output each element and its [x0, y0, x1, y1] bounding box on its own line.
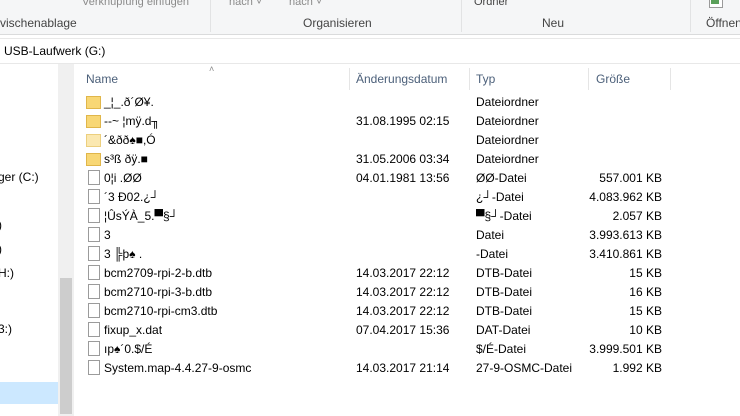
ribbon-divider [210, 0, 211, 32]
file-row[interactable]: bcm2710-rpi-cm3.dtb 14.03.2017 22:12 DTB-D… [84, 301, 740, 320]
file-type: Dateiordner [476, 95, 539, 109]
column-divider[interactable] [588, 68, 589, 90]
file-size: 1.992 KB [612, 361, 662, 375]
file-row[interactable]: ıp♠´0.$/É $/É-Datei 3.999.501 KB [84, 339, 740, 358]
address-bar[interactable]: USB-Laufwerk (G:) [0, 38, 740, 64]
file-row[interactable]: 0¦i .ØØ 04.01.1981 13:56 ØØ-Datei 557.001 K… [84, 168, 740, 187]
address-path: USB-Laufwerk (G:) [4, 44, 106, 58]
open-group-label: Öffnen [706, 16, 740, 30]
file-size: 16 KB [629, 285, 662, 299]
file-row[interactable]: _¦_.ð´Ø¥. Dateiordner [84, 92, 740, 111]
file-size: 3.410.861 KB [589, 247, 662, 261]
file-size: 10 KB [629, 323, 662, 337]
column-divider[interactable] [469, 68, 470, 90]
nav-item-selected[interactable] [0, 382, 58, 404]
file-row[interactable]: bcm2709-rpi-2-b.dtb 14.03.2017 22:12 DTB-D… [84, 263, 740, 282]
nav-item-drive-h[interactable]: H:) [0, 266, 14, 280]
check-icon [711, 0, 719, 4]
ribbon: Verknüpfung einfügen nach ˅ nach ˅ Ordne… [0, 0, 740, 35]
move-to-button[interactable]: nach ˅ [229, 0, 262, 8]
nav-item[interactable]: 3:) [0, 322, 12, 336]
column-header-type[interactable]: Typ [476, 72, 495, 86]
column-header-size[interactable]: Größe [596, 72, 630, 86]
sort-up-icon: ˄ [209, 64, 215, 74]
clipboard-group-label: vischenablage [0, 16, 77, 30]
file-name: _¦_.ð´Ø¥. [104, 95, 154, 109]
file-row[interactable]: fixup_x.dat 07.04.2017 15:36 DAT-Datei 10 K… [84, 320, 740, 339]
file-row[interactable]: ´3 Ð02.¿┘ ¿┘-Datei 4.083.962 KB [84, 187, 740, 206]
file-size: 557.001 KB [599, 171, 662, 185]
file-date: 31.05.2006 03:34 [356, 152, 450, 166]
file-row[interactable]: 3 ╠þ♠ . -Datei 3.410.861 KB [84, 244, 740, 263]
file-date: 31.08.1995 02:15 [356, 114, 450, 128]
file-size: 2.057 KB [612, 209, 662, 223]
file-type: Dateiordner [476, 133, 539, 147]
file-row[interactable]: 3 Datei 3.993.613 KB [84, 225, 740, 244]
ribbon-divider [690, 0, 691, 32]
folder-icon [86, 153, 101, 166]
folder-icon [86, 115, 101, 128]
file-type: Dateiordner [476, 114, 539, 128]
file-row[interactable]: --~ ¦mÿ.d╖ 31.08.1995 02:15 Dateiordner [84, 111, 740, 130]
file-row[interactable]: bcm2710-rpi-3-b.dtb 14.03.2017 22:12 DTB-D… [84, 282, 740, 301]
ribbon-divider [461, 0, 462, 32]
folder-icon [86, 96, 101, 109]
new-folder-button[interactable]: Ordner [474, 0, 508, 8]
organize-group-label: Organisieren [303, 16, 372, 30]
file-size: 3.993.613 KB [589, 228, 662, 242]
file-size: 3.999.501 KB [589, 342, 662, 356]
column-header-date[interactable]: Änderungsdatum [356, 72, 447, 86]
file-size: 15 KB [629, 266, 662, 280]
column-header-name[interactable]: Name [86, 72, 118, 86]
paste-shortcut-button[interactable]: Verknüpfung einfügen [82, 0, 189, 8]
file-size: 15 KB [629, 304, 662, 318]
file-name: s³ß ðÿ.■ [104, 152, 148, 166]
nav-item[interactable]: ) [0, 242, 2, 256]
nav-item-drive-c[interactable]: ger (C:) [0, 170, 39, 184]
file-row[interactable]: ´&ðð♠■,Ó Dateiordner [84, 130, 740, 149]
nav-scrollbar[interactable] [58, 64, 74, 416]
column-divider[interactable] [670, 68, 671, 90]
new-group-label: Neu [542, 16, 565, 30]
file-size: 4.083.962 KB [589, 190, 662, 204]
file-name: ´&ðð♠■,Ó [104, 133, 156, 147]
file-row[interactable]: ¦ÛsÝÀ_5.▀§┘ ▀§┘-Datei 2.057 KB [84, 206, 740, 225]
copy-to-button[interactable]: nach ˅ [289, 0, 322, 8]
file-name: --~ ¦mÿ.d╖ [104, 114, 160, 128]
file-type: Dateiordner [476, 152, 539, 166]
scrollbar-thumb[interactable] [60, 278, 72, 414]
file-row[interactable]: System.map-4.4.27-9-osmc 14.03.2017 21:14… [84, 358, 740, 377]
nav-item[interactable]: ) [0, 218, 2, 232]
folder-icon [86, 134, 101, 147]
file-row[interactable]: s³ß ðÿ.■ 31.05.2006 03:34 Dateiordner [84, 149, 740, 168]
column-divider[interactable] [349, 68, 350, 90]
